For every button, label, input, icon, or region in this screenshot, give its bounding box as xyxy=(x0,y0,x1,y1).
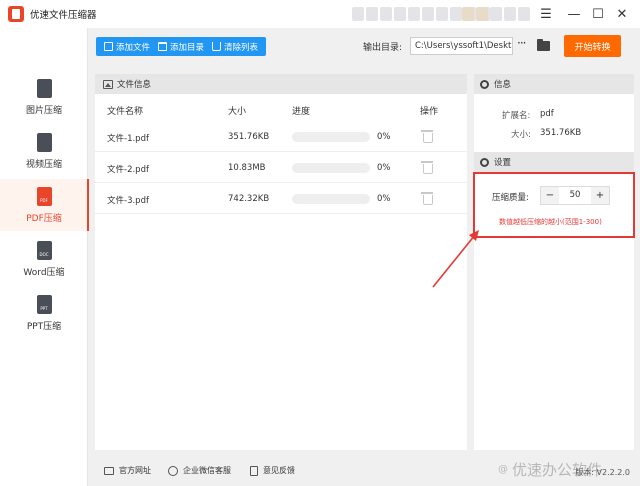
clear-list-label: 清除列表 xyxy=(224,42,259,53)
sidebar-item-label: 图片压缩 xyxy=(25,105,62,116)
progress-bar xyxy=(292,194,370,204)
title-bar: 优速文件压缩器 ☰ — ☐ ✕ xyxy=(0,0,640,28)
file-size: 742.32KB xyxy=(228,194,270,204)
file-name: 文件-2.pdf xyxy=(107,165,149,175)
sidebar-item-word-compress[interactable]: DOC Word压缩 xyxy=(0,233,88,285)
sidebar-item-label: Word压缩 xyxy=(23,267,65,278)
sidebar-item-label: PDF压缩 xyxy=(26,213,62,224)
version-label: 版本: V2.2.2.0 xyxy=(575,468,630,477)
delete-row-icon[interactable] xyxy=(421,192,433,205)
size-label: 大小: xyxy=(511,130,531,140)
right-panel: 信息 扩展名: pdf 大小: 351.76KB 设置 压缩质量: − 50 +… xyxy=(474,74,634,450)
file-list-panel: 文件信息 文件名称 大小 进度 操作 文件-1.pdf 351.76KB 0% … xyxy=(95,74,467,450)
monitor-icon xyxy=(104,466,114,475)
file-panel-header: 文件信息 xyxy=(95,74,467,94)
output-dir-input[interactable]: C:\Users\yssoft1\Deskt xyxy=(410,37,513,55)
add-file-label: 添加文件 xyxy=(116,42,151,53)
table-row[interactable]: 文件-2.pdf 10.83MB 0% xyxy=(95,153,467,183)
image-file-icon xyxy=(36,78,52,98)
ext-value: pdf xyxy=(540,109,554,119)
feedback-label: 意见反馈 xyxy=(263,466,295,475)
delete-row-icon[interactable] xyxy=(421,130,433,143)
col-header-progress: 进度 xyxy=(292,107,311,117)
annotation-highlight-box xyxy=(473,172,635,238)
wechat-support-link[interactable]: 企业微信客服 xyxy=(168,465,231,476)
table-row[interactable]: 文件-1.pdf 351.76KB 0% xyxy=(95,122,467,152)
size-value: 351.76KB xyxy=(540,128,582,138)
add-folder-button[interactable]: 添加目录 xyxy=(154,37,208,56)
app-logo-icon xyxy=(8,6,24,22)
annotation-arrow xyxy=(432,230,479,288)
table-row[interactable]: 文件-3.pdf 742.32KB 0% xyxy=(95,184,467,214)
sidebar-item-image-compress[interactable]: 图片压缩 xyxy=(0,71,88,123)
file-name: 文件-3.pdf xyxy=(107,196,149,206)
settings-header: 设置 xyxy=(474,152,634,172)
minimize-button[interactable]: — xyxy=(564,4,584,24)
delete-row-icon[interactable] xyxy=(421,161,433,174)
clear-list-button[interactable]: 清除列表 xyxy=(208,37,262,56)
gear-icon xyxy=(480,157,489,167)
sidebar-item-ppt-compress[interactable]: PPT PPT压缩 xyxy=(0,287,88,339)
col-header-name: 文件名称 xyxy=(107,107,144,117)
app-title: 优速文件压缩器 xyxy=(30,10,97,21)
sidebar-item-pdf-compress[interactable]: PDF PDF压缩 xyxy=(0,179,89,231)
progress-text: 0% xyxy=(377,194,391,204)
watermark-icon: @ xyxy=(498,464,508,475)
maximize-button[interactable]: ☐ xyxy=(588,4,608,24)
website-label: 官方网址 xyxy=(119,466,151,475)
feedback-icon xyxy=(250,465,258,476)
progress-bar xyxy=(292,163,370,173)
image-icon xyxy=(103,79,113,89)
sidebar-item-video-compress[interactable]: 视频压缩 xyxy=(0,125,88,177)
file-size: 10.83MB xyxy=(228,163,266,173)
toolbar: 添加文件 添加目录 清除列表 输出目录: C:\Users\yssoft1\De… xyxy=(88,28,640,68)
add-file-button[interactable]: 添加文件 xyxy=(100,37,154,56)
gear-icon xyxy=(480,79,489,89)
progress-text: 0% xyxy=(377,132,391,142)
info-title: 信息 xyxy=(494,80,512,90)
footer: 官方网址 企业微信客服 意见反馈 @ 优速办公软件 版本: V2.2.2.0 xyxy=(88,456,640,486)
start-convert-button[interactable]: 开始转换 xyxy=(564,35,621,57)
toolbar-button-group: 添加文件 添加目录 清除列表 xyxy=(96,37,267,56)
sidebar-item-label: 视频压缩 xyxy=(25,159,62,170)
folder-add-icon xyxy=(158,42,168,51)
close-button[interactable]: ✕ xyxy=(612,4,632,24)
blurred-user-area xyxy=(462,7,530,21)
video-file-icon xyxy=(36,132,52,152)
file-panel-title: 文件信息 xyxy=(117,80,152,90)
col-header-action: 操作 xyxy=(420,107,439,117)
ext-label: 扩展名: xyxy=(502,111,531,121)
trash-icon xyxy=(212,42,222,51)
add-file-icon xyxy=(104,42,113,51)
info-header: 信息 xyxy=(474,74,634,94)
sidebar-item-label: PPT压缩 xyxy=(26,321,62,332)
chat-icon xyxy=(168,465,178,476)
sidebar: 图片压缩 视频压缩 PDF PDF压缩 DOC Word压缩 PPT PPT压缩 xyxy=(0,28,89,486)
output-dir-label: 输出目录: xyxy=(363,43,403,53)
progress-text: 0% xyxy=(377,163,391,173)
ppt-file-icon: PPT xyxy=(36,294,52,314)
menu-icon[interactable]: ☰ xyxy=(536,4,556,24)
file-size: 351.76KB xyxy=(228,132,270,142)
more-options-button[interactable]: ··· xyxy=(517,36,527,50)
wechat-label: 企业微信客服 xyxy=(183,466,231,475)
doc-file-icon: DOC xyxy=(36,240,52,260)
col-header-size: 大小 xyxy=(228,107,247,117)
add-folder-label: 添加目录 xyxy=(170,42,205,53)
pdf-file-icon: PDF xyxy=(36,186,52,206)
file-name: 文件-1.pdf xyxy=(107,134,149,144)
open-folder-icon[interactable] xyxy=(537,39,550,51)
settings-title: 设置 xyxy=(494,158,512,168)
feedback-link[interactable]: 意见反馈 xyxy=(250,465,295,476)
website-link[interactable]: 官方网址 xyxy=(104,465,151,476)
progress-bar xyxy=(292,132,370,142)
